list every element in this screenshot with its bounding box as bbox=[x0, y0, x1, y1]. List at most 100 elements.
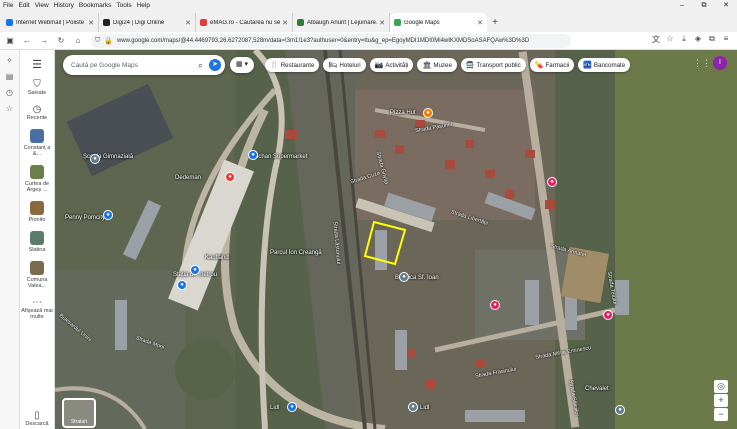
saved-button[interactable]: ⛉ Salvate bbox=[20, 79, 54, 96]
search-input[interactable]: Caută pe Google Maps bbox=[71, 62, 198, 69]
extensions-icon[interactable]: ⧉ bbox=[705, 34, 719, 45]
maps-menu-icon[interactable]: ☰ bbox=[32, 58, 42, 71]
map-label[interactable]: Kaufland bbox=[205, 255, 229, 261]
address-bar[interactable]: ⛉ 🔒 www.google.com/maps/@44.4469793,26.6… bbox=[91, 33, 571, 48]
recent-place-constanta[interactable]: Constanț a &... bbox=[20, 129, 54, 157]
tab-emag[interactable]: eMAG.ro - Căutarea nu se opre ✕ bbox=[196, 13, 293, 32]
new-tab-button[interactable]: + bbox=[487, 13, 503, 32]
back-arrow-icon[interactable]: ← bbox=[20, 34, 34, 48]
restaurant-pin-icon[interactable]: ● bbox=[225, 172, 235, 182]
shopping-pin-icon[interactable]: ● bbox=[287, 402, 297, 412]
show-more-button[interactable]: ⋯ Afișează mai multe bbox=[20, 297, 54, 320]
chip-public-transit[interactable]: 🚍 Transport public bbox=[460, 58, 526, 72]
download-app-button[interactable]: ▯ Descarcă bbox=[20, 410, 54, 427]
place-thumbnail bbox=[30, 261, 44, 275]
satellite-imagery bbox=[55, 50, 737, 429]
chip-museums[interactable]: 🏛 Muzee bbox=[417, 58, 457, 72]
map-label[interactable]: Chevalet bbox=[585, 386, 609, 392]
home-icon[interactable]: ⌂ bbox=[71, 34, 85, 48]
show-more-label: Afișează mai multe bbox=[21, 308, 53, 320]
maps-search-box[interactable]: Caută pe Google Maps ⌕ ➤ bbox=[63, 55, 225, 75]
chip-label: Bancomate bbox=[593, 61, 626, 69]
menu-tools[interactable]: Tools bbox=[116, 2, 131, 9]
shopping-pin-icon[interactable]: ● bbox=[490, 300, 500, 310]
chip-activities[interactable]: 📷 Activități bbox=[369, 58, 414, 72]
shield-blue-icon[interactable]: ◈ bbox=[691, 34, 705, 45]
chip-pharmacies[interactable]: 💊 Farmacii bbox=[529, 58, 575, 72]
map-label[interactable]: Parcul Ion Creangă bbox=[270, 250, 322, 256]
reload-icon[interactable]: ↻ bbox=[54, 34, 68, 48]
church-pin-icon[interactable]: ● bbox=[399, 272, 409, 282]
chip-label: Restaurante bbox=[280, 61, 315, 69]
layers-button[interactable]: ▦ ▾ bbox=[230, 57, 254, 73]
menu-edit[interactable]: Edit bbox=[18, 2, 29, 9]
minimize-button[interactable]: – bbox=[671, 0, 693, 11]
transit-pin-icon[interactable]: ● bbox=[190, 265, 200, 275]
history-icon[interactable]: ◷ bbox=[6, 88, 13, 97]
recent-place-comuna-valea[interactable]: Comuna Valea... bbox=[20, 261, 54, 289]
menu-hamburger-icon[interactable]: ≡ bbox=[719, 34, 733, 45]
forward-arrow-icon[interactable]: → bbox=[37, 34, 51, 48]
map-label[interactable]: Lidl bbox=[270, 405, 279, 411]
menu-help[interactable]: Help bbox=[137, 2, 150, 9]
map-label[interactable]: Auchan Supermarket bbox=[251, 154, 307, 160]
star-icon[interactable]: ☆ bbox=[6, 104, 13, 113]
gear-icon[interactable]: ✧ bbox=[6, 56, 13, 65]
tab-lejumare[interactable]: Albaugh Anunt | Lejumare.ro ✕ bbox=[293, 13, 390, 32]
landmark-pin-icon[interactable]: ● bbox=[615, 405, 625, 415]
recent-place-curtea-de-arges[interactable]: Curtea de Argeș ... bbox=[20, 165, 54, 193]
google-apps-icon[interactable]: ⋮⋮ bbox=[693, 58, 711, 69]
recent-button[interactable]: ◷ Recente bbox=[20, 104, 54, 121]
lock-icon[interactable]: 🔒 bbox=[104, 37, 113, 45]
recent-place-slatina[interactable]: Slatina bbox=[20, 231, 54, 253]
menu-file[interactable]: File bbox=[3, 2, 13, 9]
map-label[interactable]: Dedeman bbox=[175, 175, 201, 181]
my-location-icon[interactable]: ◎ bbox=[714, 380, 728, 393]
sidebar-toggle-icon[interactable]: ▣ bbox=[3, 34, 17, 48]
shield-icon[interactable]: ⛉ bbox=[95, 37, 100, 45]
emag-favicon-icon bbox=[200, 19, 207, 26]
menu-bookmarks[interactable]: Bookmarks bbox=[79, 2, 112, 9]
translate-icon[interactable]: 文 bbox=[649, 34, 663, 45]
close-tab-icon[interactable]: ✕ bbox=[379, 19, 385, 27]
menu-view[interactable]: View bbox=[35, 2, 49, 9]
chip-atms[interactable]: 🏧 Bancomate bbox=[578, 58, 631, 72]
shopping-pin-icon[interactable]: ● bbox=[547, 177, 557, 187]
recent-place-pionito[interactable]: Pionito bbox=[20, 201, 54, 223]
shopping-pin-icon[interactable]: ● bbox=[103, 210, 113, 220]
zoom-out-button[interactable]: − bbox=[714, 408, 728, 421]
tab-webmail[interactable]: Internet Webmail | Poliste ✕ bbox=[2, 13, 99, 32]
shopping-pin-icon[interactable]: ● bbox=[603, 310, 613, 320]
search-icon[interactable]: ⌕ bbox=[198, 60, 203, 71]
close-tab-icon[interactable]: ✕ bbox=[477, 19, 483, 27]
reader-icon[interactable]: ▤ bbox=[6, 72, 14, 81]
map-label[interactable]: Penny Pomcity bbox=[65, 215, 105, 221]
tab-google-maps[interactable]: Google Maps ✕ bbox=[390, 13, 487, 32]
download-icon[interactable]: ⤓ bbox=[677, 34, 691, 45]
close-window-button[interactable]: ✕ bbox=[715, 0, 737, 11]
transit-pin-icon[interactable]: ● bbox=[177, 280, 187, 290]
map-label[interactable]: Lidl bbox=[420, 405, 429, 411]
bookmark-star-icon[interactable]: ☆ bbox=[663, 34, 677, 45]
satellite-map[interactable]: Școala Gimnazială Auchan Supermarket Ded… bbox=[55, 50, 737, 429]
tab-digi24[interactable]: Digi24 | Digi Online ✕ bbox=[99, 13, 196, 32]
close-tab-icon[interactable]: ✕ bbox=[88, 19, 94, 27]
shopping-pin-icon[interactable]: ● bbox=[248, 150, 258, 160]
chip-hotels[interactable]: 🛏 Hoteluri bbox=[323, 58, 366, 72]
menu-history[interactable]: History bbox=[54, 2, 74, 9]
chip-restaurants[interactable]: 🍴 Restaurante bbox=[265, 58, 320, 72]
food-pin-icon[interactable]: ● bbox=[423, 108, 433, 118]
avatar[interactable]: I bbox=[713, 56, 727, 70]
map-label[interactable]: Pizza Hut bbox=[390, 110, 416, 116]
school-pin-icon[interactable]: ● bbox=[90, 154, 100, 164]
directions-icon[interactable]: ➤ bbox=[209, 59, 221, 71]
download-label: Descarcă bbox=[25, 421, 49, 427]
close-tab-icon[interactable]: ✕ bbox=[185, 19, 191, 27]
map-type-toggle[interactable]: Straturi bbox=[62, 398, 96, 428]
close-tab-icon[interactable]: ✕ bbox=[282, 19, 288, 27]
maximize-button[interactable]: ⧉ bbox=[693, 0, 715, 11]
place-thumbnail bbox=[30, 165, 44, 179]
zoom-in-button[interactable]: + bbox=[714, 394, 728, 407]
landmark-pin-icon[interactable]: ● bbox=[408, 402, 418, 412]
browser-sidebar: ✧ ▤ ◷ ☆ bbox=[0, 50, 20, 429]
